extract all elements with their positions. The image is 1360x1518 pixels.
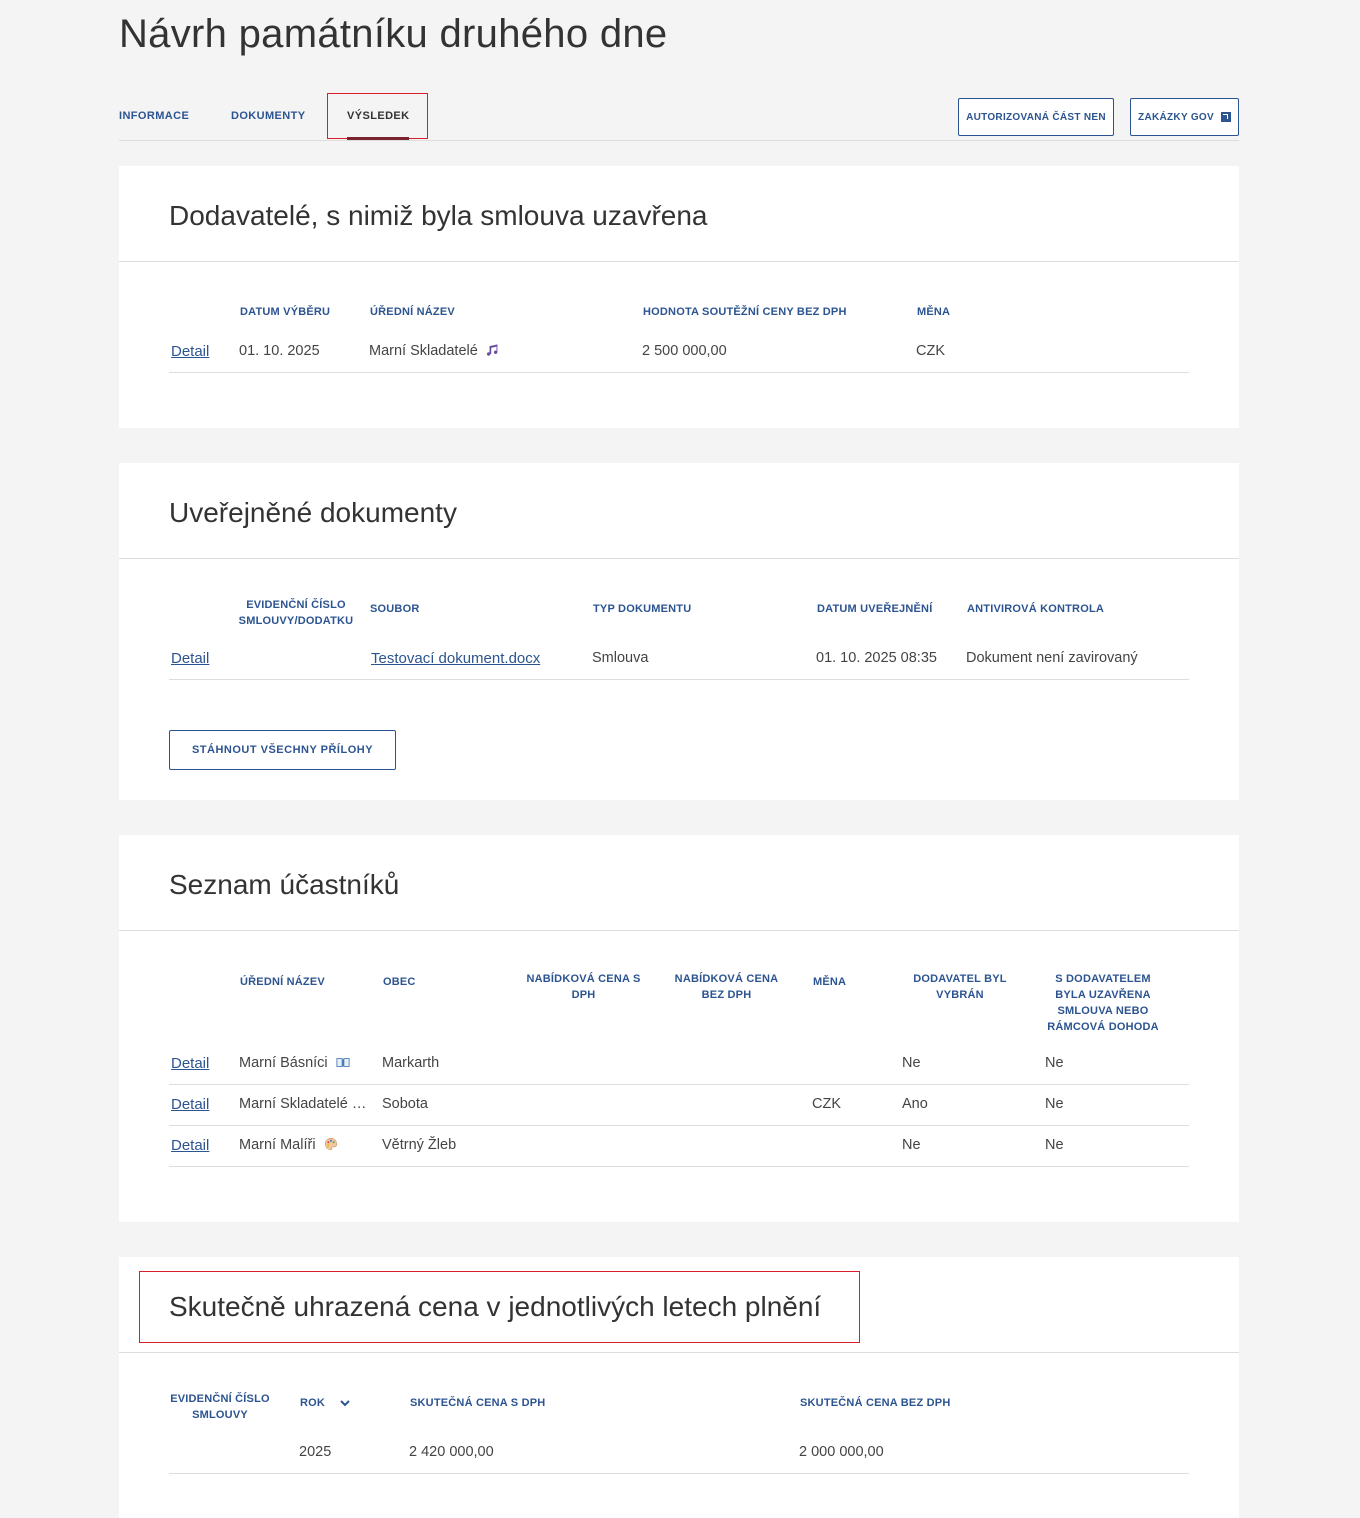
cell-currency: CZK bbox=[916, 343, 945, 359]
cell-contract: Ne bbox=[1045, 1137, 1064, 1153]
cell-antivirus: Dokument není zavirovaný bbox=[966, 650, 1138, 666]
page-title: Návrh památníku druhého dne bbox=[119, 12, 668, 56]
cell-selected: Ne bbox=[902, 1137, 921, 1153]
cell-type: Smlouva bbox=[592, 650, 649, 666]
music-note-icon bbox=[486, 344, 498, 356]
documents-title: Uveřejněné dokumenty bbox=[169, 497, 457, 528]
col-mena: MĚNA bbox=[813, 976, 847, 988]
cell-name: Marní Malíři bbox=[239, 1137, 338, 1153]
col-smlouva-uzavrena: S DODAVATELEM BYLA UZAVŘENA SMLOUVA NEBO… bbox=[1047, 973, 1159, 1033]
chevron-down-icon bbox=[340, 1400, 351, 1407]
cell-price-novat: 2 000 000,00 bbox=[799, 1444, 884, 1460]
col-datum-uverejneni: DATUM UVEŘEJNĚNÍ bbox=[817, 603, 933, 615]
autorizovana-cast-nen-button[interactable]: AUTORIZOVANÁ ČÁST NEN bbox=[958, 98, 1114, 136]
cell-city: Větrný Žleb bbox=[382, 1137, 457, 1153]
detail-link[interactable]: Detail bbox=[171, 1055, 209, 1072]
tab-bar: INFORMACE DOKUMENTY VÝSLEDEK AUTORIZOVAN… bbox=[119, 92, 1239, 141]
external-link-icon bbox=[1220, 112, 1231, 122]
file-link[interactable]: Testovací dokument.docx bbox=[371, 650, 540, 667]
detail-link[interactable]: Detail bbox=[171, 1137, 209, 1154]
col-datum-vyberu: DATUM VÝBĚRU bbox=[240, 306, 331, 318]
detail-link[interactable]: Detail bbox=[171, 650, 209, 667]
col-nabidkova-cena-bez-dph: NABÍDKOVÁ CENA BEZ DPH bbox=[674, 973, 779, 1001]
tab-vysledek[interactable]: VÝSLEDEK bbox=[347, 92, 410, 140]
row-divider bbox=[169, 372, 1189, 373]
col-dodavatel-vybran: DODAVATEL BYL VYBRÁN bbox=[913, 973, 1007, 1001]
col-rok-label: ROK bbox=[300, 1397, 326, 1409]
zakazky-gov-button[interactable]: ZAKÁZKY GOV bbox=[1130, 98, 1239, 136]
col-evidencni-cislo: EVIDENČNÍ ČÍSLO SMLOUVY bbox=[170, 1393, 270, 1421]
palette-icon bbox=[324, 1138, 337, 1150]
participants-card: Seznam účastníků ÚŘEDNÍ NÁZEV OBEC NABÍD… bbox=[119, 835, 1239, 1222]
cell-value: 2 500 000,00 bbox=[642, 343, 727, 359]
cell-date: 01. 10. 2025 bbox=[239, 343, 320, 359]
active-tab-underline bbox=[347, 137, 409, 140]
cell-price-vat: 2 420 000,00 bbox=[409, 1444, 494, 1460]
cell-city: Sobota bbox=[382, 1096, 428, 1112]
col-typ-dokumentu: TYP DOKUMENTU bbox=[593, 603, 692, 615]
participant-name: Marní Básníci bbox=[239, 1055, 328, 1071]
cell-year: 2025 bbox=[299, 1444, 332, 1460]
cell-contract: Ne bbox=[1045, 1055, 1064, 1071]
detail-link[interactable]: Detail bbox=[171, 343, 209, 360]
col-skutecna-cena-s-dph: SKUTEČNÁ CENA S DPH bbox=[410, 1397, 546, 1409]
row-divider bbox=[169, 1084, 1189, 1085]
col-obec: OBEC bbox=[383, 976, 416, 988]
zakazky-gov-label: ZAKÁZKY GOV bbox=[1138, 111, 1214, 123]
col-rok-sort[interactable]: ROK bbox=[300, 1395, 351, 1411]
col-mena: MĚNA bbox=[917, 306, 951, 318]
supplier-name: Marní Skladatelé bbox=[369, 343, 478, 359]
cell-selected: Ne bbox=[902, 1055, 921, 1071]
documents-card: Uveřejněné dokumenty EVIDENČNÍ ČÍSLO SML… bbox=[119, 463, 1239, 800]
col-uredni-nazev: ÚŘEDNÍ NÁZEV bbox=[370, 306, 455, 318]
cell-name: Marní Básníci bbox=[239, 1055, 350, 1071]
col-nabidkova-cena-s-dph: NABÍDKOVÁ CENA S DPH bbox=[526, 973, 641, 1001]
tab-informace[interactable]: INFORMACE bbox=[119, 92, 189, 140]
participant-name: Marní Malíři bbox=[239, 1137, 316, 1153]
row-divider bbox=[169, 1166, 1189, 1167]
cell-currency: CZK bbox=[812, 1096, 841, 1112]
cell-city: Markarth bbox=[382, 1055, 440, 1071]
cell-contract: Ne bbox=[1045, 1096, 1064, 1112]
tab-dokumenty[interactable]: DOKUMENTY bbox=[231, 92, 306, 140]
title-highlight bbox=[139, 1271, 860, 1343]
participants-title: Seznam účastníků bbox=[169, 869, 400, 900]
autorizovana-cast-nen-label: AUTORIZOVANÁ ČÁST NEN bbox=[966, 111, 1106, 123]
row-divider bbox=[169, 1473, 1189, 1474]
col-soubor: SOUBOR bbox=[370, 603, 420, 615]
col-antivirova-kontrola: ANTIVIROVÁ KONTROLA bbox=[967, 603, 1105, 615]
cell-selected: Ano bbox=[902, 1096, 928, 1112]
col-uredni-nazev: ÚŘEDNÍ NÁZEV bbox=[240, 976, 325, 988]
download-all-button[interactable]: STÁHNOUT VŠECHNY PŘÍLOHY bbox=[169, 730, 396, 770]
actual-price-card: Skutečně uhrazená cena v jednotlivých le… bbox=[119, 1257, 1239, 1518]
detail-link[interactable]: Detail bbox=[171, 1096, 209, 1113]
col-hodnota: HODNOTA SOUTĚŽNÍ CENY BEZ DPH bbox=[643, 306, 847, 318]
col-skutecna-cena-bez-dph: SKUTEČNÁ CENA BEZ DPH bbox=[800, 1397, 951, 1409]
row-divider bbox=[169, 679, 1189, 680]
cell-name: Marní Skladatelé bbox=[369, 343, 500, 359]
row-divider bbox=[169, 1125, 1189, 1126]
suppliers-card: Dodavatelé, s nimiž byla smlouva uzavřen… bbox=[119, 166, 1239, 428]
suppliers-title: Dodavatelé, s nimiž byla smlouva uzavřen… bbox=[169, 200, 708, 231]
cell-date: 01. 10. 2025 08:35 bbox=[816, 650, 937, 666]
book-icon bbox=[336, 1058, 350, 1067]
cell-name: Marní Skladatelé … bbox=[239, 1096, 367, 1112]
col-evidencni-cislo: EVIDENČNÍ ČÍSLO SMLOUVY/DODATKU bbox=[238, 599, 354, 627]
